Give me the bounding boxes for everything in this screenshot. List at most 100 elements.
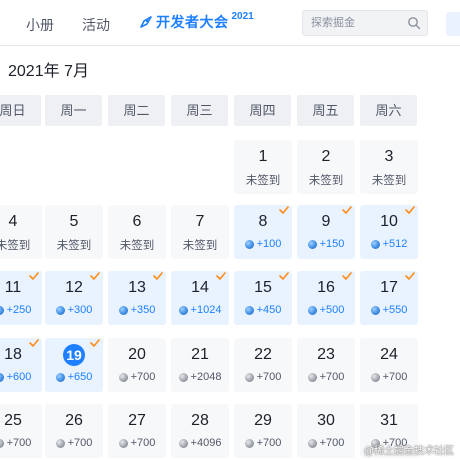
calendar-day[interactable]: 4 未签到 xyxy=(0,205,42,259)
calendar-day[interactable]: 3 未签到 xyxy=(360,140,418,194)
day-number: 15 xyxy=(254,279,272,296)
day-status: 未签到 xyxy=(308,175,344,187)
day-status: 未签到 xyxy=(182,240,218,252)
month-title: 2021年 7月 xyxy=(8,63,89,80)
points-value: +700 xyxy=(256,371,282,383)
points-value: +2048 xyxy=(190,371,222,383)
calendar-day[interactable]: 30 +700 xyxy=(297,404,355,458)
checkmark-icon xyxy=(342,206,352,214)
day-number: 3 xyxy=(384,148,394,165)
calendar-day[interactable]: 25 +700 xyxy=(0,404,42,458)
search-input[interactable] xyxy=(311,15,401,31)
calendar-day[interactable]: 14 +1024 xyxy=(171,271,229,325)
ore-icon xyxy=(307,372,317,382)
calendar-day[interactable]: 28 +4096 xyxy=(171,404,229,458)
nav-devcon-link[interactable]: 开发者大会 2021 xyxy=(138,11,254,33)
day-status: 未签到 xyxy=(371,175,407,187)
checkmark-icon xyxy=(342,272,352,280)
day-number: 28 xyxy=(191,412,209,429)
day-number: 9 xyxy=(321,213,331,230)
calendar-day-today[interactable]: 19 +650 xyxy=(45,338,103,392)
day-points: +350 xyxy=(108,304,166,316)
creator-button[interactable] xyxy=(446,12,460,36)
day-number: 29 xyxy=(254,412,272,429)
calendar-day[interactable]: 5 未签到 xyxy=(45,205,103,259)
calendar-day[interactable]: 7 未签到 xyxy=(171,205,229,259)
calendar-day[interactable]: 21 +2048 xyxy=(171,338,229,392)
points-value: +300 xyxy=(67,304,93,316)
calendar-day[interactable]: 29 +700 xyxy=(234,404,292,458)
calendar-day[interactable]: 18 +600 xyxy=(0,338,42,392)
rocket-icon xyxy=(140,16,152,28)
day-points: +700 xyxy=(360,371,418,383)
ore-icon xyxy=(244,438,254,448)
watermark: @稀土掘金技术社区 xyxy=(363,446,454,457)
checkmark-icon xyxy=(405,272,415,280)
weekday-header: 周二 xyxy=(108,95,165,126)
ore-icon xyxy=(55,305,65,315)
calendar-day[interactable]: 26 +700 xyxy=(45,404,103,458)
calendar-day[interactable]: 10 +512 xyxy=(360,205,418,259)
day-number: 16 xyxy=(317,279,335,296)
calendar-day[interactable]: 11 +250 xyxy=(0,271,42,325)
devcon-text: 开发者大会 xyxy=(156,14,229,30)
points-value: +250 xyxy=(6,304,32,316)
ore-icon xyxy=(307,305,317,315)
checkmark-icon xyxy=(90,339,100,347)
ore-icon xyxy=(0,438,4,448)
ore-icon xyxy=(178,372,188,382)
calendar-day[interactable]: 2 未签到 xyxy=(297,140,355,194)
calendar-day[interactable]: 13 +350 xyxy=(108,271,166,325)
day-number: 23 xyxy=(317,346,335,363)
points-value: +600 xyxy=(6,371,32,383)
checkmark-icon xyxy=(29,339,39,347)
devcon-year: 2021 xyxy=(231,10,254,22)
calendar-day[interactable]: 27 +700 xyxy=(108,404,166,458)
points-value: +150 xyxy=(319,238,345,250)
ore-icon xyxy=(178,305,188,315)
points-value: +700 xyxy=(130,437,156,449)
calendar-day[interactable]: 22 +700 xyxy=(234,338,292,392)
points-value: +700 xyxy=(6,437,32,449)
search-icon[interactable] xyxy=(407,16,421,30)
day-number: 19 xyxy=(63,344,85,366)
day-points: +450 xyxy=(234,304,292,316)
calendar-day[interactable]: 16 +500 xyxy=(297,271,355,325)
day-number: 6 xyxy=(132,213,142,230)
ore-icon xyxy=(0,372,4,382)
day-points: +700 xyxy=(297,371,355,383)
calendar-day[interactable]: 6 未签到 xyxy=(108,205,166,259)
points-value: +550 xyxy=(382,304,408,316)
calendar-day[interactable]: 8 +100 xyxy=(234,205,292,259)
day-status: 未签到 xyxy=(245,175,281,187)
calendar-day[interactable]: 15 +450 xyxy=(234,271,292,325)
day-number: 8 xyxy=(258,213,268,230)
nav-activity-link[interactable]: 活动 xyxy=(82,15,110,35)
nav-booklet-link[interactable]: 小册 xyxy=(26,15,54,35)
calendar-day[interactable]: 24 +700 xyxy=(360,338,418,392)
calendar-day[interactable]: 20 +700 xyxy=(108,338,166,392)
day-points: +700 xyxy=(234,371,292,383)
ore-icon xyxy=(118,372,128,382)
calendar-day[interactable]: 23 +700 xyxy=(297,338,355,392)
day-points: +700 xyxy=(0,437,42,449)
day-number: 27 xyxy=(128,412,146,429)
day-status: 未签到 xyxy=(56,240,92,252)
day-number: 10 xyxy=(380,213,398,230)
day-number: 4 xyxy=(8,213,18,230)
day-points: +600 xyxy=(0,371,42,383)
calendar-day[interactable]: 17 +550 xyxy=(360,271,418,325)
ore-icon xyxy=(0,305,4,315)
day-status: 未签到 xyxy=(119,240,155,252)
day-points: +500 xyxy=(297,304,355,316)
points-value: +1024 xyxy=(190,304,222,316)
ore-icon xyxy=(370,372,380,382)
day-points: +512 xyxy=(360,238,418,250)
checkmark-icon xyxy=(405,206,415,214)
day-number: 21 xyxy=(191,346,209,363)
checkmark-icon xyxy=(216,272,226,280)
calendar-day[interactable]: 12 +300 xyxy=(45,271,103,325)
calendar-day[interactable]: 1 未签到 xyxy=(234,140,292,194)
calendar-day[interactable]: 9 +150 xyxy=(297,205,355,259)
checkmark-icon xyxy=(153,272,163,280)
